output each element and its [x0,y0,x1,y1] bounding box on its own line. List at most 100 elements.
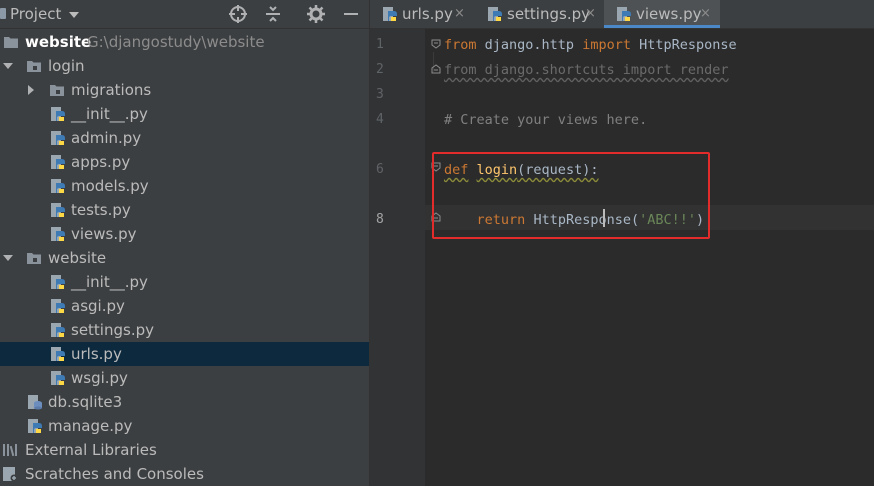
tree-item-label: __init__.py [71,273,148,291]
tree-item-file[interactable]: views.py [0,222,369,246]
tree-item-label: wsgi.py [71,369,128,387]
python-file-icon [383,7,397,21]
chevron-right-icon[interactable] [24,83,38,97]
tree-item-label: website [48,249,107,267]
python-file-icon [51,179,65,193]
tree-item-label: db.sqlite3 [48,393,123,411]
code-line-1[interactable]: from django.http import HttpResponse [444,37,737,53]
tree-item-label: tests.py [71,201,131,219]
tree-item-file[interactable]: apps.py [0,150,369,174]
tab-settings[interactable]: settings.py × [475,0,603,28]
python-file-icon [51,347,65,361]
python-file-icon [51,107,65,121]
project-panel-title: Project [10,5,62,23]
chevron-down-icon[interactable] [1,251,15,265]
tree-item-scratches[interactable]: Scratches and Consoles [0,462,369,486]
tree-item-label: manage.py [48,417,133,435]
tree-item-label: admin.py [71,129,142,147]
import-name: HttpResponse [630,37,737,53]
tree-item-login[interactable]: login [0,54,369,78]
line-number-current: 8 [376,212,384,227]
tree-item-file[interactable]: wsgi.py [0,366,369,390]
tree-item-label: views.py [71,225,137,243]
tab-views[interactable]: views.py × [604,0,720,28]
tree-item-file[interactable]: tests.py [0,198,369,222]
tree-item-file[interactable]: __init__.py [0,102,369,126]
python-file-icon [488,7,502,21]
tree-item-label: migrations [71,81,152,99]
tab-label: settings.py [507,5,590,23]
keyword-import: import [582,37,631,53]
line-number: 3 [376,87,384,102]
scratches-icon [3,467,18,482]
code-line-2[interactable]: from django.shortcuts import render [444,62,728,78]
tree-item-label: settings.py [71,321,154,339]
chevron-down-icon [69,12,79,18]
annotation-highlight-box [432,152,710,239]
tree-item-file[interactable]: __init__.py [0,270,369,294]
tree-item-file[interactable]: models.py [0,174,369,198]
tree-item-path: G:\djangostudy\website [87,33,265,51]
folder-icon [27,61,41,72]
tree-item-migrations[interactable]: migrations [0,78,369,102]
tree-item-file[interactable]: manage.py [0,414,369,438]
libraries-icon [3,444,17,457]
tree-item-label: login [48,57,85,75]
unused-import: from django.shortcuts import render [444,62,729,78]
editor-area: urls.py × settings.py × views.py × 1 2 3… [370,0,874,486]
python-file-icon [51,131,65,145]
project-tool-window: Project website G:\djangostudy\website l… [0,0,370,486]
editor-tab-bar: urls.py × settings.py × views.py × [370,0,874,29]
tree-item-label: Scratches and Consoles [25,465,204,483]
tree-item-label: urls.py [71,345,122,363]
chevron-down-icon[interactable] [1,59,15,73]
tree-item-file-selected[interactable]: urls.py [0,342,369,366]
fold-icon[interactable] [431,64,441,74]
line-number: 4 [376,112,384,127]
project-panel-header: Project [0,0,369,29]
tab-label: views.py [636,5,702,23]
close-icon[interactable]: × [585,0,596,28]
gear-icon[interactable] [306,4,326,24]
tab-urls[interactable]: urls.py × [370,0,474,28]
crosshair-icon[interactable] [228,4,248,24]
tree-item-label: apps.py [71,153,131,171]
python-file-icon [51,371,65,385]
python-file-icon [51,275,65,289]
python-file-icon [51,203,65,217]
line-number: 2 [376,62,384,77]
tree-item-file[interactable]: settings.py [0,318,369,342]
project-view-selector[interactable]: Project [10,5,79,23]
folder-icon [50,85,64,96]
python-file-icon [51,227,65,241]
tree-item-file[interactable]: admin.py [0,126,369,150]
folder-icon [27,253,41,264]
folder-icon [4,37,18,48]
keyword-from: from [444,37,477,53]
minimize-icon[interactable] [341,4,361,24]
python-file-icon [51,299,65,313]
python-file-icon [51,323,65,337]
collapse-icon[interactable] [263,4,283,24]
tree-item-website[interactable]: website [0,246,369,270]
close-icon[interactable]: × [700,0,711,28]
tree-item-label: __init__.py [71,105,148,123]
tree-item-label: asgi.py [71,297,125,315]
python-file-icon [617,7,631,21]
tree-item-label: External Libraries [25,441,157,459]
line-number: 6 [376,162,384,177]
tab-label: urls.py [402,5,453,23]
database-icon [28,395,42,410]
tree-item-website-root[interactable]: website G:\djangostudy\website [0,30,369,54]
fold-icon[interactable] [431,39,441,49]
tree-item-file[interactable]: db.sqlite3 [0,390,369,414]
code-line-4[interactable]: # Create your views here. [444,112,647,128]
close-icon[interactable]: × [454,0,465,28]
tree-item-external-libraries[interactable]: External Libraries [0,438,369,462]
tree-item-file[interactable]: asgi.py [0,294,369,318]
tree-item-label: website [25,33,92,51]
line-number: 1 [376,37,384,52]
python-file-icon [28,419,42,433]
module-name: django.http [476,37,583,53]
tree-item-label: models.py [71,177,149,195]
